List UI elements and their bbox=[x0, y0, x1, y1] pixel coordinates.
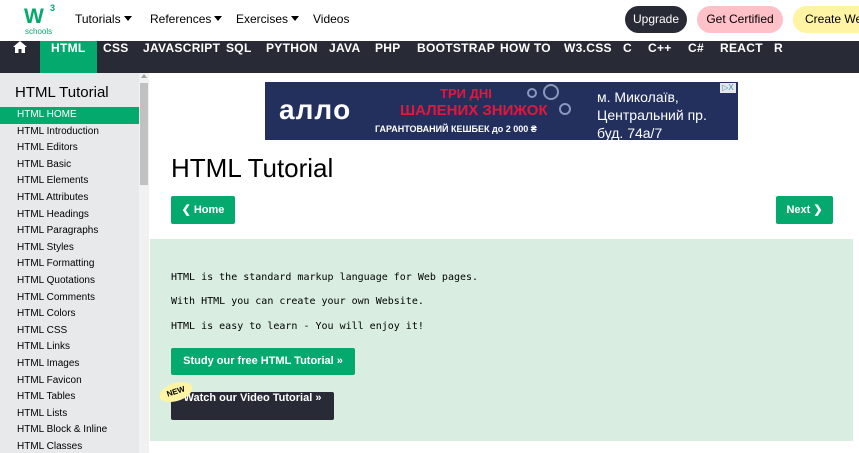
sidebar-list: HTML HOME HTML Introduction HTML Editors… bbox=[0, 107, 139, 453]
caret-down-icon bbox=[291, 16, 300, 21]
sidebar-item-block-inline[interactable]: HTML Block & Inline bbox=[0, 422, 139, 439]
sidebar-item-comments[interactable]: HTML Comments bbox=[0, 290, 139, 307]
sidebar-item-introduction[interactable]: HTML Introduction bbox=[0, 124, 139, 141]
nav-html[interactable]: HTML bbox=[40, 41, 97, 73]
sidebar-item-classes[interactable]: HTML Classes bbox=[0, 439, 139, 453]
ad-close-icon[interactable]: ▷X bbox=[720, 83, 736, 93]
sidebar-item-basic[interactable]: HTML Basic bbox=[0, 157, 139, 174]
topnav-references-label: References bbox=[150, 12, 212, 26]
intro-paragraph: HTML is easy to learn - You will enjoy i… bbox=[171, 321, 424, 332]
nav-javascript[interactable]: JAVASCRIPT bbox=[143, 41, 220, 73]
ad-address: м. Миколаїв, Центральний пр. буд. 74а/7 bbox=[597, 88, 707, 140]
sidebar-item-editors[interactable]: HTML Editors bbox=[0, 140, 139, 157]
page-title: HTML Tutorial bbox=[171, 153, 334, 183]
ad-headline-1: ТРИ ДНІ bbox=[440, 86, 492, 101]
w3schools-logo[interactable]: W 3 schools bbox=[22, 3, 62, 37]
caret-down-icon bbox=[123, 16, 132, 21]
intro-paragraph: With HTML you can create your own Websit… bbox=[171, 296, 424, 307]
ad-circle-icon bbox=[559, 103, 571, 115]
nav-bootstrap[interactable]: BOOTSTRAP bbox=[417, 41, 495, 73]
nav-react[interactable]: REACT bbox=[720, 41, 763, 73]
nav-c[interactable]: C bbox=[623, 41, 632, 73]
ad-circle-icon bbox=[527, 88, 537, 98]
nav-cpp[interactable]: C++ bbox=[648, 41, 672, 73]
logo-subtext: schools bbox=[25, 27, 53, 36]
sidebar: HTML Tutorial HTML HOME HTML Introductio… bbox=[0, 73, 149, 453]
topnav-tutorials[interactable]: Tutorials bbox=[75, 12, 132, 26]
topnav-references[interactable]: References bbox=[150, 12, 223, 26]
intro-paragraph: HTML is the standard markup language for… bbox=[171, 272, 479, 283]
home-button[interactable]: ❮ Home bbox=[171, 196, 235, 224]
nav-css[interactable]: CSS bbox=[103, 41, 129, 73]
nav-php[interactable]: PHP bbox=[375, 41, 401, 73]
topnav-exercises-label: Exercises bbox=[236, 12, 289, 26]
ad-address-line-2: Центральний пр. bbox=[597, 107, 707, 123]
sidebar-item-images[interactable]: HTML Images bbox=[0, 356, 139, 373]
sidebar-item-html-home[interactable]: HTML HOME bbox=[0, 107, 139, 124]
nav-csharp[interactable]: C# bbox=[688, 41, 704, 73]
intro-panel: HTML is the standard markup language for… bbox=[150, 239, 853, 441]
create-website-button[interactable]: Create Web bbox=[793, 6, 859, 33]
nav-python[interactable]: PYTHON bbox=[266, 41, 318, 73]
home-icon[interactable] bbox=[0, 41, 40, 73]
sidebar-item-lists[interactable]: HTML Lists bbox=[0, 406, 139, 423]
ad-banner[interactable]: аллo ТРИ ДНІ ШАЛЕНИХ ЗНИЖОК ГАРАНТОВАНИЙ… bbox=[265, 82, 738, 140]
sidebar-item-headings[interactable]: HTML Headings bbox=[0, 207, 139, 224]
sidebar-item-styles[interactable]: HTML Styles bbox=[0, 240, 139, 257]
scroll-up-arrow-icon[interactable] bbox=[141, 74, 147, 78]
sidebar-item-attributes[interactable]: HTML Attributes bbox=[0, 190, 139, 207]
caret-down-icon bbox=[214, 16, 223, 21]
sidebar-item-css[interactable]: HTML CSS bbox=[0, 323, 139, 340]
upgrade-button[interactable]: Upgrade bbox=[625, 6, 687, 33]
topnav-tutorials-label: Tutorials bbox=[75, 12, 121, 26]
sidebar-item-colors[interactable]: HTML Colors bbox=[0, 306, 139, 323]
topnav-exercises[interactable]: Exercises bbox=[236, 12, 300, 26]
sidebar-item-paragraphs[interactable]: HTML Paragraphs bbox=[0, 223, 139, 240]
ad-logo: аллo bbox=[279, 94, 352, 125]
logo-superscript: 3 bbox=[50, 3, 56, 13]
study-tutorial-button[interactable]: Study our free HTML Tutorial » bbox=[171, 348, 355, 375]
top-bar: W 3 schools Tutorials References Exercis… bbox=[0, 0, 859, 41]
ad-cashback: ГАРАНТОВАНИЙ КЕШБЕК до 2 000 ₴ bbox=[375, 124, 537, 134]
nav-r[interactable]: R bbox=[774, 41, 783, 73]
ad-circle-icon bbox=[543, 84, 559, 100]
nav-w3css[interactable]: W3.CSS bbox=[564, 41, 612, 73]
sidebar-title: HTML Tutorial bbox=[15, 84, 109, 101]
topnav-videos[interactable]: Videos bbox=[313, 12, 349, 26]
nav-howto[interactable]: HOW TO bbox=[500, 41, 551, 73]
nav-java[interactable]: JAVA bbox=[329, 41, 360, 73]
sidebar-item-links[interactable]: HTML Links bbox=[0, 339, 139, 356]
logo-mark: W bbox=[24, 5, 44, 28]
scrollbar-thumb[interactable] bbox=[140, 83, 148, 185]
next-button[interactable]: Next ❯ bbox=[776, 196, 833, 224]
get-certified-button[interactable]: Get Certified bbox=[697, 6, 783, 33]
sidebar-item-elements[interactable]: HTML Elements bbox=[0, 173, 139, 190]
language-nav: HTML CSS JAVASCRIPT SQL PYTHON JAVA PHP … bbox=[0, 41, 859, 73]
ad-address-line-3: буд. 74а/7 bbox=[597, 125, 663, 140]
sidebar-item-favicon[interactable]: HTML Favicon bbox=[0, 373, 139, 390]
watch-video-button[interactable]: Watch our Video Tutorial » bbox=[171, 392, 334, 420]
nav-sql[interactable]: SQL bbox=[226, 41, 252, 73]
sidebar-item-quotations[interactable]: HTML Quotations bbox=[0, 273, 139, 290]
ad-headline-2: ШАЛЕНИХ ЗНИЖОК bbox=[400, 102, 548, 119]
sidebar-item-tables[interactable]: HTML Tables bbox=[0, 389, 139, 406]
sidebar-item-formatting[interactable]: HTML Formatting bbox=[0, 256, 139, 273]
sidebar-scrollbar[interactable] bbox=[139, 73, 149, 453]
ad-address-line-1: м. Миколаїв, bbox=[597, 89, 679, 105]
